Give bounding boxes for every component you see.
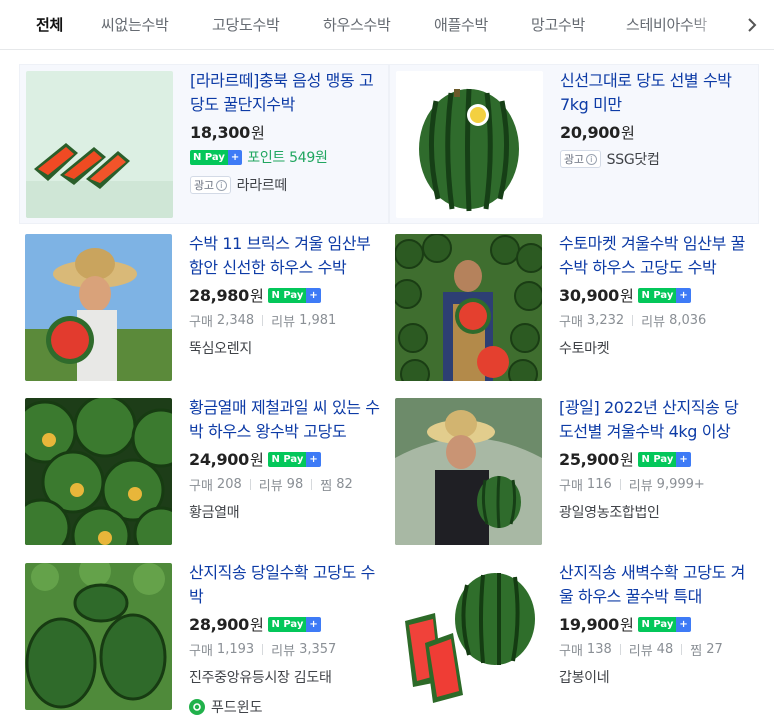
product-title[interactable]: 신선그대로 당도 선별 수박 7kg 미만 [560,69,752,117]
npay-badge: N Pay + [638,616,691,632]
product-card[interactable]: 수토마켓 겨울수박 임산부 꿀수박 하우스 고당도 수박 30,900원 N P… [389,228,759,388]
product-price: 24,900원 [189,449,264,469]
mall-name[interactable]: 라라르떼 [237,175,288,195]
info-icon: i [215,179,227,191]
point-label: 포인트 549원 [247,150,328,166]
mall-name[interactable]: 진주중앙유등시장 김도태 [189,667,332,687]
npay-badge: N Pay + [638,287,691,303]
product-image[interactable] [26,71,173,218]
tabs-next-button[interactable] [730,0,774,49]
product-image[interactable] [25,398,172,545]
product-stats: 구매 2,348 리뷰 1,981 [189,312,337,330]
product-card[interactable]: 황금열매 제철과일 씨 있는 수박 하우스 왕수박 고당도 24,900원 N … [19,392,389,552]
product-title[interactable]: 산지직송 새벽수확 고당도 겨울 하우스 꿀수박 특대 [559,561,751,609]
tab-greenhouse[interactable]: 하우스수박 [323,14,391,35]
product-image[interactable] [25,234,172,381]
product-image[interactable] [395,234,542,381]
product-image[interactable] [395,398,542,545]
product-card[interactable]: [라라르떼]충북 음성 맹동 고당도 꿀단지수박 18,300원 N Pay + … [19,64,389,224]
mall-name[interactable]: 광일영농조합법인 [559,502,660,522]
product-stats: 구매 116 리뷰 9,999+ [559,476,705,494]
product-price: 25,900원 [559,449,634,469]
product-title[interactable]: [라라르떼]충북 음성 맹동 고당도 꿀단지수박 [190,69,382,117]
chevron-right-icon [748,17,757,32]
product-price: 19,900원 [559,614,634,634]
product-title[interactable]: 수박 11 브릭스 겨울 임산부 함안 신선한 하우스 수박 [189,232,381,280]
product-title[interactable]: 황금열매 제철과일 씨 있는 수박 하우스 왕수박 고당도 [189,396,381,444]
mall-name[interactable]: 뚝심오렌지 [189,338,252,358]
npay-badge: N Pay + [190,149,243,165]
npay-badge: N Pay + [268,616,321,632]
product-price: 20,900원 [560,122,635,142]
product-image[interactable] [395,563,542,710]
mall-name[interactable]: SSG닷컴 [607,149,660,169]
tab-mango[interactable]: 망고수박 [531,14,585,35]
product-card[interactable]: 산지직송 새벽수확 고당도 겨울 하우스 꿀수박 특대 19,900원 N Pa… [389,557,759,717]
product-image[interactable] [25,563,172,710]
product-stats: 구매 208 리뷰 98 찜 82 [189,476,353,494]
product-image[interactable] [396,71,543,218]
product-stats: 구매 3,232 리뷰 8,036 [559,312,707,330]
product-stats: 구매 138 리뷰 48 찜 27 [559,641,723,659]
npay-badge: N Pay + [268,451,321,467]
product-title[interactable]: 산지직송 당일수확 고당도 수박 [189,561,381,609]
food-window-icon [189,699,205,715]
product-card[interactable]: [광일] 2022년 산지직송 당도선별 겨울수박 4kg 이상 25,900원… [389,392,759,552]
mall-name[interactable]: 황금열매 [189,502,240,522]
product-stats: 구매 1,193 리뷰 3,357 [189,641,337,659]
npay-badge: N Pay + [268,287,321,303]
tab-all[interactable]: 전체 [36,14,63,35]
tab-apple[interactable]: 애플수박 [434,14,488,35]
product-card[interactable]: 신선그대로 당도 선별 수박 7kg 미만 20,900원 광고 i SSG닷컴 [389,64,759,224]
shopping-results: 전체 씨없는수박 고당도수박 하우스수박 애플수박 망고수박 스테비아수박 [라… [0,0,774,724]
product-price: 28,900원 [189,614,264,634]
food-window-link[interactable]: 푸드윈도 [189,697,381,717]
product-card[interactable]: 수박 11 브릭스 겨울 임산부 함안 신선한 하우스 수박 28,980원 N… [19,228,389,388]
tab-high-sugar[interactable]: 고당도수박 [212,14,280,35]
product-price: 30,900원 [559,285,634,305]
info-icon: i [585,153,597,165]
mall-name[interactable]: 수토마켓 [559,338,610,358]
product-title[interactable]: 수토마켓 겨울수박 임산부 꿀수박 하우스 고당도 수박 [559,232,751,280]
category-tabs: 전체 씨없는수박 고당도수박 하우스수박 애플수박 망고수박 스테비아수박 [0,0,774,50]
product-card[interactable]: 산지직송 당일수확 고당도 수박 28,900원 N Pay + 구매 1,193 … [19,557,389,717]
tab-seedless[interactable]: 씨없는수박 [101,14,169,35]
product-title[interactable]: [광일] 2022년 산지직송 당도선별 겨울수박 4kg 이상 [559,396,751,444]
product-price: 18,300원 [190,122,265,142]
ad-badge[interactable]: 광고 i [190,176,231,194]
mall-name[interactable]: 갑봉이네 [559,667,610,687]
ad-badge[interactable]: 광고 i [560,150,601,168]
npay-badge: N Pay + [638,451,691,467]
product-price: 28,980원 [189,285,264,305]
